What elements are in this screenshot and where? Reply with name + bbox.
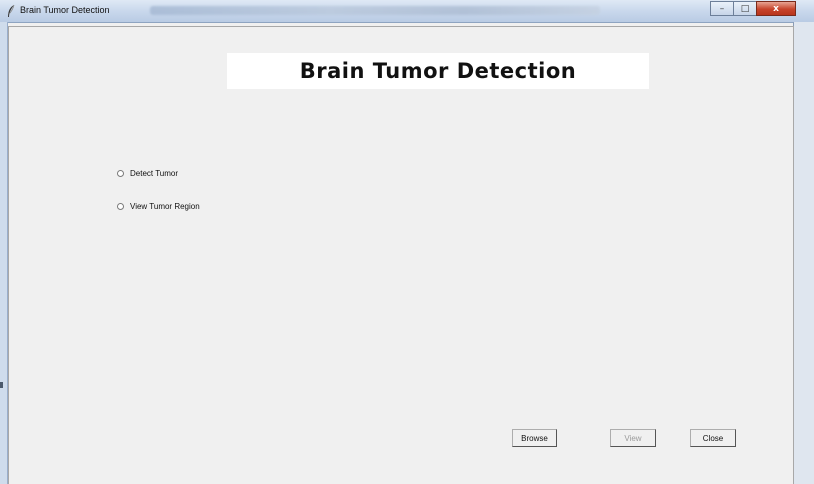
background-window-title	[150, 6, 600, 15]
maximize-icon: □	[740, 3, 750, 14]
view-button[interactable]: View	[610, 429, 656, 447]
close-window-button[interactable]: x	[756, 1, 796, 16]
minimize-button[interactable]: –	[710, 1, 734, 16]
radio-detect-tumor[interactable]: Detect Tumor	[117, 169, 178, 178]
window-frame-left	[0, 22, 8, 484]
close-icon: x	[773, 3, 779, 14]
radio-label: Detect Tumor	[130, 169, 179, 178]
radio-circle-icon[interactable]	[117, 170, 124, 177]
background-window-edge	[794, 22, 814, 484]
content-area	[8, 26, 794, 484]
minimize-icon: –	[719, 3, 725, 14]
radio-label: View Tumor Region	[130, 202, 200, 211]
app-banner: Brain Tumor Detection	[227, 53, 649, 89]
frame-marker	[0, 382, 3, 388]
close-button[interactable]: Close	[690, 429, 736, 447]
radio-view-tumor-region[interactable]: View Tumor Region	[117, 202, 200, 211]
browse-button[interactable]: Browse	[512, 429, 557, 447]
feather-icon	[8, 4, 15, 17]
radio-circle-icon[interactable]	[117, 203, 124, 210]
window-controls: – □ x	[710, 1, 796, 18]
page-title: Brain Tumor Detection	[299, 59, 577, 83]
maximize-button[interactable]: □	[733, 1, 757, 16]
window-title-bar[interactable]: Brain Tumor Detection – □ x	[0, 0, 814, 23]
window-title: Brain Tumor Detection	[20, 5, 110, 15]
